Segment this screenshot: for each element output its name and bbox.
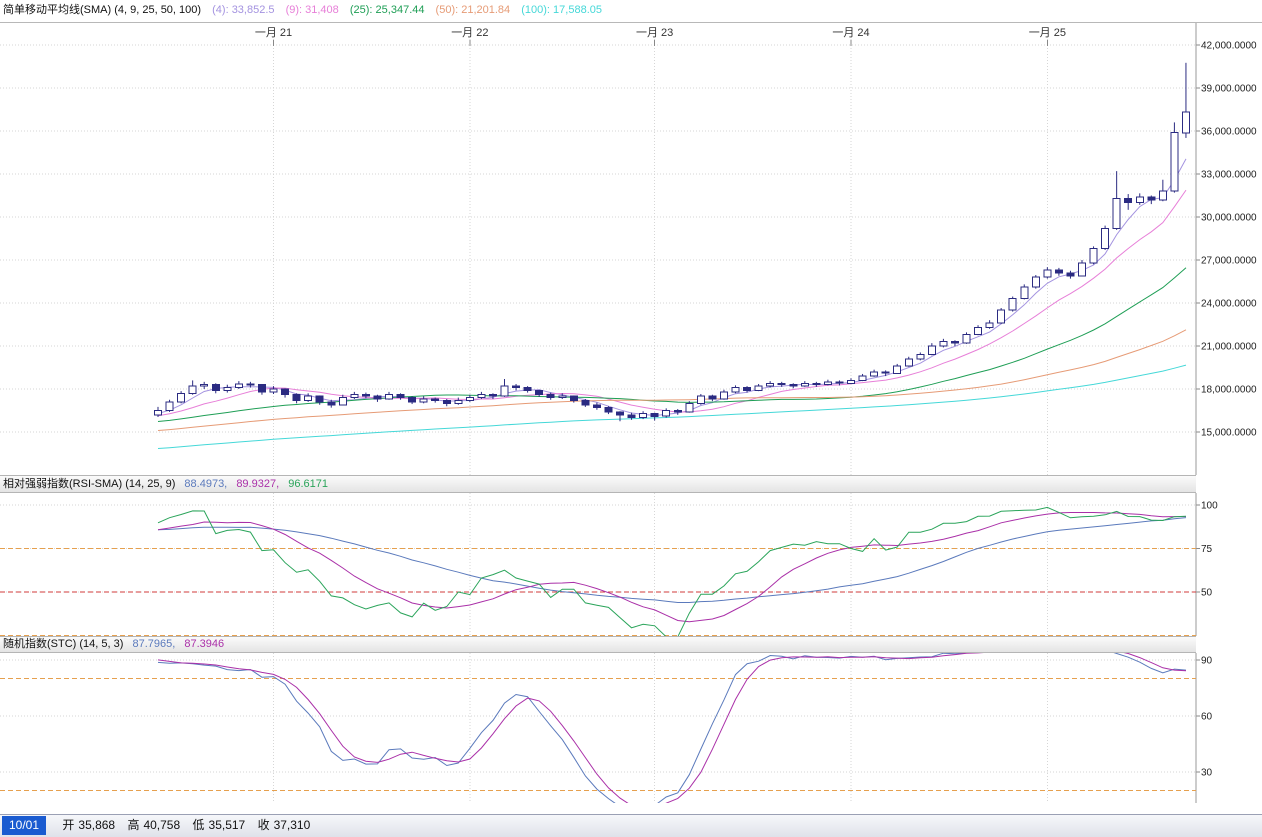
svg-text:一月 25: 一月 25 [1029, 27, 1066, 39]
svg-text:50: 50 [1201, 588, 1213, 599]
spacer [0, 803, 1262, 814]
low-value: 35,517 [209, 818, 246, 832]
stc-title: 随机指数(STC) (14, 5, 3) [3, 638, 123, 650]
chart-app-window: 简单移动平均线(SMA) (4, 9, 25, 50, 100) (4): 33… [0, 0, 1262, 837]
svg-text:90: 90 [1201, 656, 1213, 667]
close-label: 收 [258, 818, 270, 832]
rsi-value-magenta: 89.9327, [236, 478, 279, 490]
candles-layer [155, 63, 1190, 421]
date-axis: 一月 21 一月 22 一月 23 一月 24 一月 25 [255, 27, 1066, 46]
sma25-legend-value: (25): 25,347.44 [350, 4, 425, 16]
sma-lines [158, 159, 1186, 449]
stc-panel-header: 随机指数(STC) (14, 5, 3) 87.7965, 87.3946 [0, 636, 1196, 653]
stc-chart[interactable]: 90 60 30 [0, 653, 1262, 803]
svg-text:60: 60 [1201, 712, 1213, 723]
close-value: 37,310 [274, 818, 311, 832]
open-value: 35,868 [78, 818, 115, 832]
rsi-lines [158, 507, 1186, 636]
svg-text:一月 24: 一月 24 [832, 27, 869, 39]
sma100-legend-value: (100): 17,588.05 [521, 4, 602, 16]
svg-text:36,000.0000: 36,000.0000 [1201, 127, 1257, 138]
grid-layer: 42,000.0000 39,000.0000 36,000.0000 33,000.… [0, 23, 1257, 475]
svg-text:15,000.0000: 15,000.0000 [1201, 428, 1257, 439]
svg-text:一月 21: 一月 21 [255, 27, 292, 39]
svg-text:27,000.0000: 27,000.0000 [1201, 256, 1257, 267]
price-chart[interactable]: 42,000.0000 39,000.0000 36,000.0000 33,000.… [0, 23, 1262, 475]
date-badge: 10/01 [2, 816, 46, 835]
sma-legend-title: 简单移动平均线(SMA) (4, 9, 25, 50, 100) [3, 4, 201, 16]
svg-text:24,000.0000: 24,000.0000 [1201, 299, 1257, 310]
svg-text:18,000.0000: 18,000.0000 [1201, 385, 1257, 396]
stc-lines [158, 653, 1186, 803]
grid-layer: 90 60 30 [0, 653, 1213, 803]
sma50-legend-value: (50): 21,201.84 [436, 4, 511, 16]
high-label: 高 [127, 818, 139, 832]
open-label: 开 [62, 818, 74, 832]
svg-text:30,000.0000: 30,000.0000 [1201, 213, 1257, 224]
svg-text:100: 100 [1201, 501, 1218, 512]
rsi-value-blue: 88.4973, [184, 478, 227, 490]
sma9-legend-value: (9): 31,408 [286, 4, 339, 16]
rsi-panel-header: 相对强弱指数(RSI-SMA) (14, 25, 9) 88.4973, 89.… [0, 475, 1196, 493]
rsi-title: 相对强弱指数(RSI-SMA) (14, 25, 9) [3, 478, 175, 490]
stc-value-blue: 87.7965, [132, 638, 175, 650]
high-value: 40,758 [143, 818, 180, 832]
svg-text:一月 22: 一月 22 [451, 27, 488, 39]
svg-text:33,000.0000: 33,000.0000 [1201, 170, 1257, 181]
svg-text:42,000.0000: 42,000.0000 [1201, 41, 1257, 52]
svg-text:30: 30 [1201, 768, 1213, 779]
rsi-chart[interactable]: 100 75 50 [0, 493, 1262, 636]
sma4-legend-value: (4): 33,852.5 [212, 4, 274, 16]
svg-text:75: 75 [1201, 544, 1213, 555]
sma-legend-bar: 简单移动平均线(SMA) (4, 9, 25, 50, 100) (4): 33… [0, 0, 1262, 23]
low-label: 低 [193, 818, 205, 832]
rsi-value-green: 96.6171 [288, 478, 328, 490]
svg-text:一月 23: 一月 23 [636, 27, 673, 39]
status-bar: 10/01 开 35,868 高 40,758 低 35,517 收 37,310 [0, 814, 1262, 837]
svg-text:39,000.0000: 39,000.0000 [1201, 84, 1257, 95]
svg-text:21,000.0000: 21,000.0000 [1201, 342, 1257, 353]
stc-value-magenta: 87.3946 [184, 638, 224, 650]
